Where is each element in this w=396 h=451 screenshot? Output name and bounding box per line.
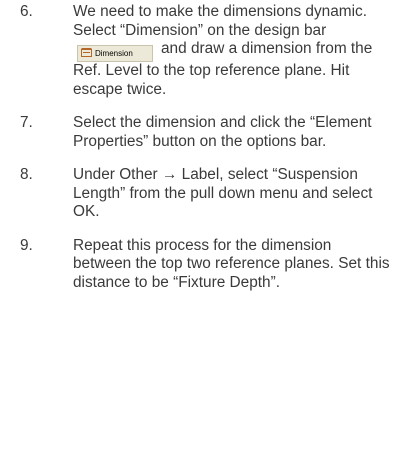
step-number: 9. [20,236,33,254]
step-text: Select the dimension and click the “Elem… [73,114,372,150]
instruction-step-8: 8. Under Other → Label, select “Suspensi… [0,166,396,222]
step-number: 8. [20,166,33,183]
instruction-step-6: 6. We need to make the dimensions dynami… [0,3,396,99]
step-text: Repeat this process for the dimension be… [73,236,390,291]
step-number: 6. [20,3,33,20]
step-text-before-button: We need to make the dimensions dynamic. … [73,3,368,39]
dimension-icon [81,48,92,57]
step-number: 7. [20,114,33,131]
dimension-button-label: Dimension [95,49,133,58]
instruction-step-9: 9. Repeat this process for the dimension… [0,237,396,293]
instruction-step-7: 7. Select the dimension and click the “E… [0,114,396,151]
step-text: Under Other → Label, select “Suspension … [73,166,373,220]
dimension-button[interactable]: Dimension [77,45,153,62]
instruction-list: 6. We need to make the dimensions dynami… [0,0,396,292]
